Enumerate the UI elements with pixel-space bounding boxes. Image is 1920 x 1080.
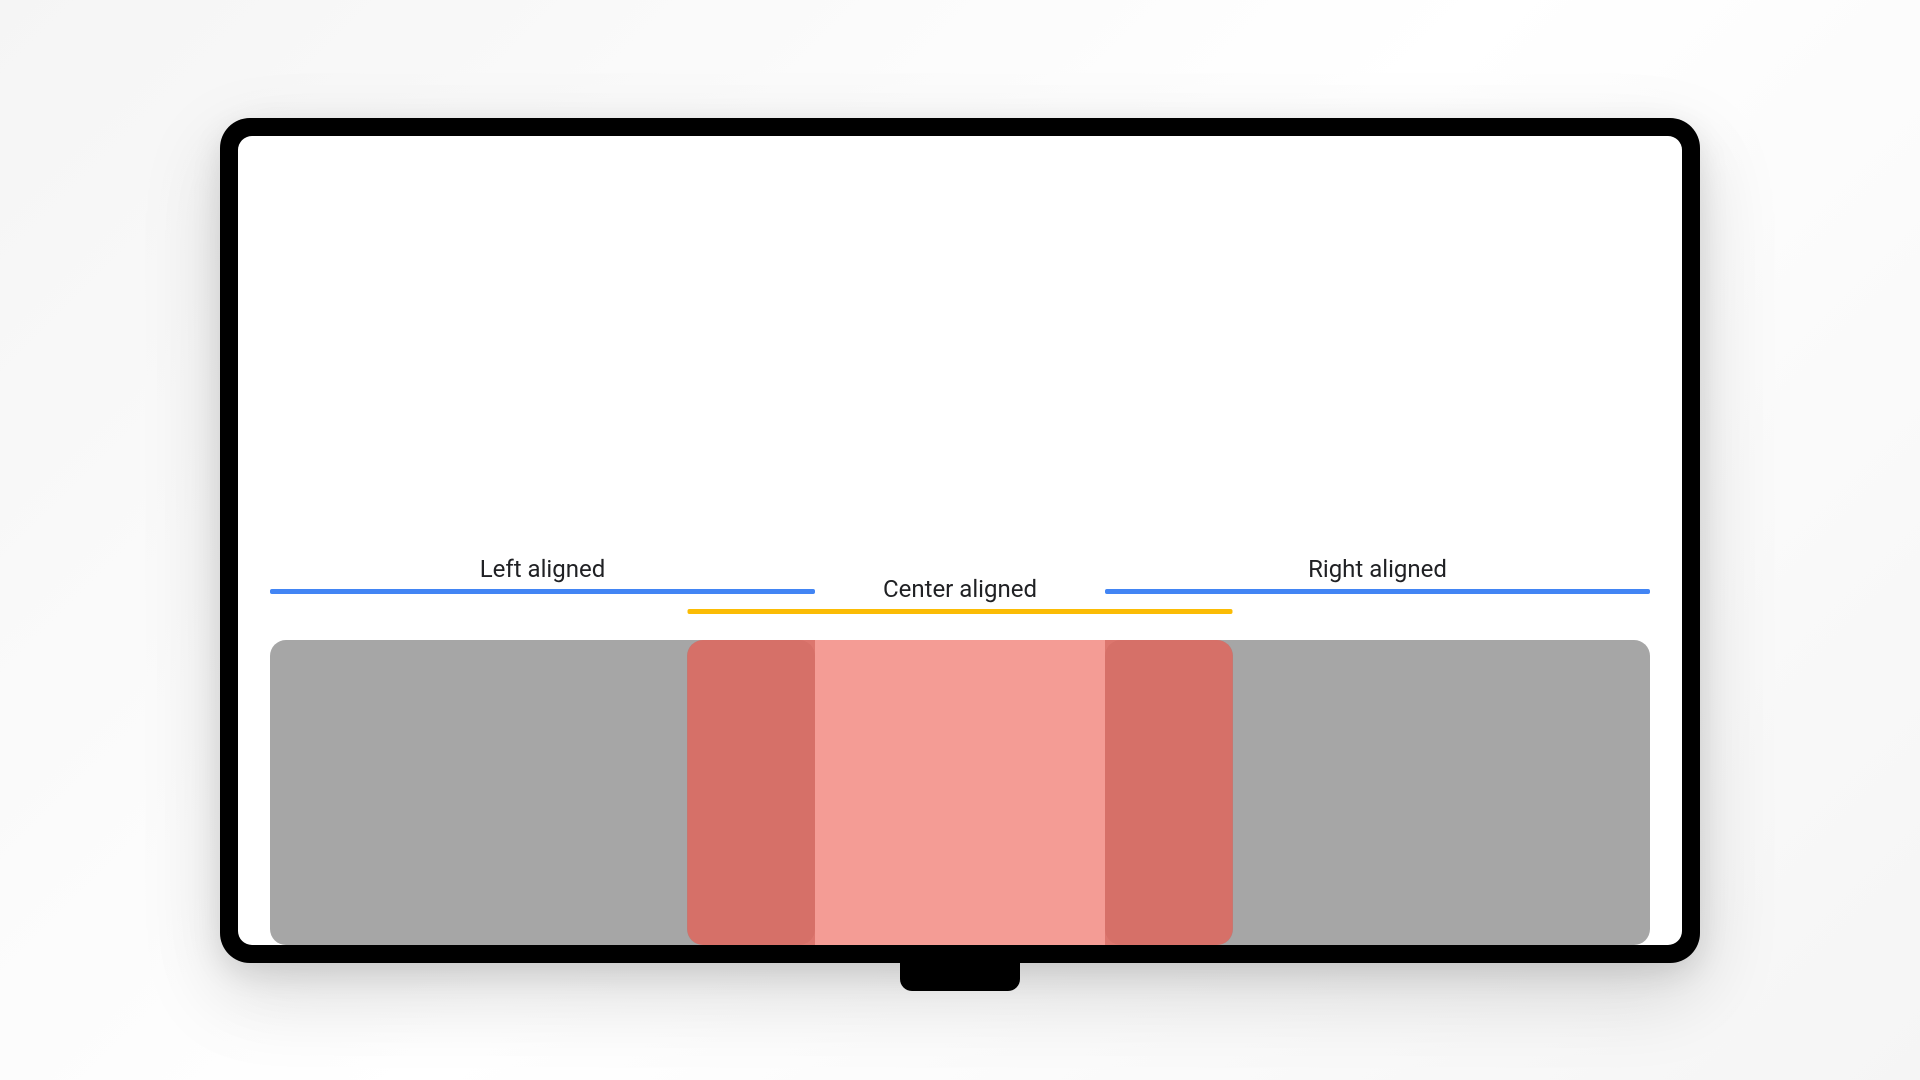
cards-row bbox=[270, 640, 1650, 945]
tv-stand bbox=[900, 963, 1020, 991]
indicator-line-center bbox=[688, 609, 1233, 614]
overlap-region-left bbox=[687, 640, 815, 945]
label-right-aligned: Right aligned bbox=[1105, 555, 1650, 583]
alignment-diagram: Left aligned Center aligned Right aligne… bbox=[270, 555, 1650, 945]
indicator-line-right bbox=[1105, 589, 1650, 594]
tv-screen: Left aligned Center aligned Right aligne… bbox=[238, 136, 1682, 945]
tv-frame: Left aligned Center aligned Right aligne… bbox=[220, 118, 1700, 963]
label-group-right: Right aligned bbox=[1105, 555, 1650, 594]
labels-row: Left aligned Center aligned Right aligne… bbox=[270, 555, 1650, 630]
overlap-region-right bbox=[1105, 640, 1233, 945]
